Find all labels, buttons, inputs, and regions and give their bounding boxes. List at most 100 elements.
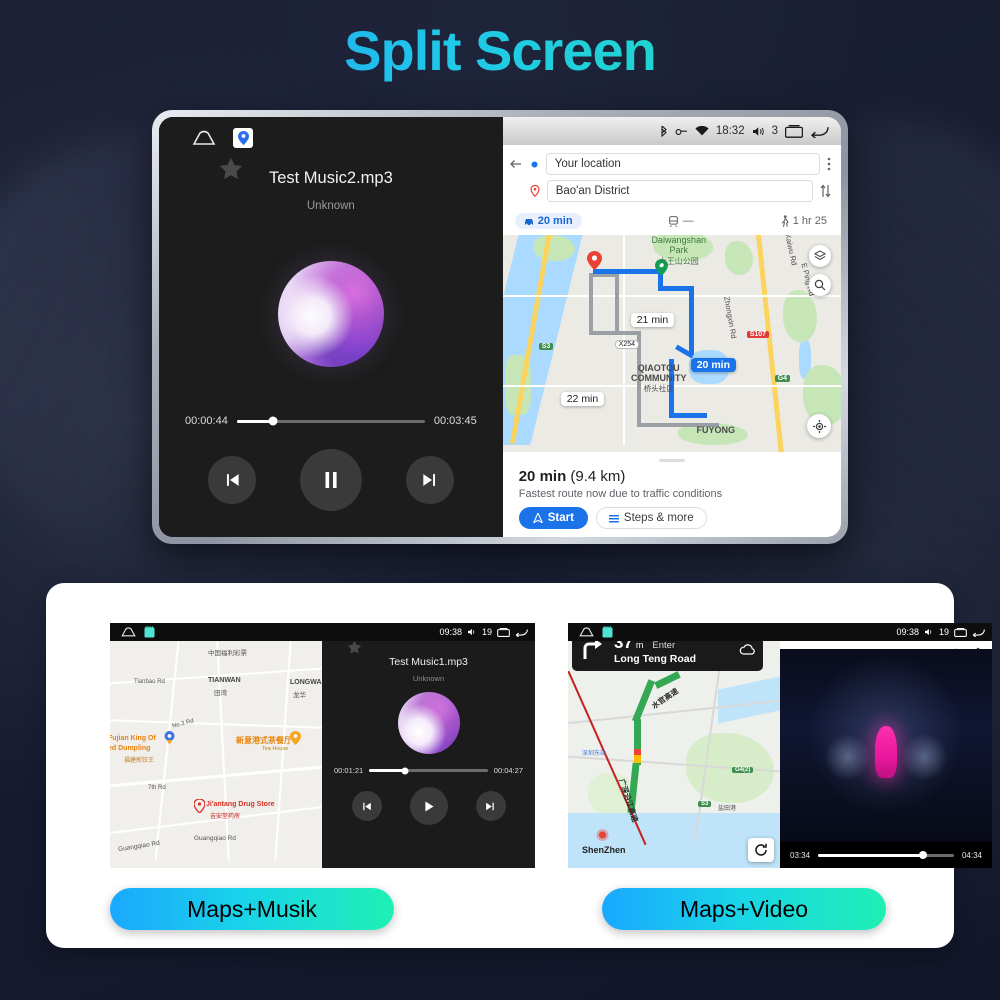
skip-previous-icon[interactable]: [207, 456, 256, 504]
more-vertical-icon[interactable]: [827, 157, 831, 171]
mini-nav-icons: [575, 626, 613, 638]
map-pin-icon[interactable]: [233, 128, 253, 148]
mini-volume-level: 19: [938, 627, 949, 637]
map-route-main: [592, 269, 663, 274]
mini-track-artist: Unknown: [412, 674, 445, 683]
mini-album-art: [397, 692, 460, 754]
caption-maps-video: Maps+Video: [602, 888, 886, 930]
mini-map-pin-orange[interactable]: [290, 731, 301, 745]
mini-status-bar-video: 09:38 19: [780, 623, 992, 641]
pause-icon[interactable]: [299, 449, 362, 511]
mini-map-poi[interactable]: Fujian King Of: [110, 735, 156, 742]
page-title: Split Screen: [0, 18, 1000, 83]
route-bubble[interactable]: 21 min: [630, 313, 675, 327]
car-icon: [524, 218, 533, 226]
mini-map-pin-red[interactable]: [193, 798, 206, 814]
home-icon[interactable]: [579, 627, 594, 637]
mini-map-pin-blue[interactable]: [164, 731, 175, 745]
mini-seek-slider[interactable]: [369, 767, 488, 774]
star-icon[interactable]: [346, 639, 363, 661]
back-icon[interactable]: [810, 125, 829, 138]
demo-maps-music: 中国福利彩票 TIANWAN 田湾 LONGWA 龙华 Fujian King …: [110, 623, 535, 868]
music-seek-slider[interactable]: [236, 416, 425, 426]
video-stage[interactable]: [780, 649, 992, 842]
home-icon[interactable]: [121, 627, 136, 637]
map-marker-destination[interactable]: [586, 251, 602, 270]
origin-field[interactable]: Your location: [545, 153, 820, 175]
music-title-row: Test Music2.mp3: [159, 157, 503, 188]
map-route-alt: [614, 273, 619, 335]
skip-previous-icon[interactable]: [351, 791, 382, 821]
mini-map-road: [110, 719, 322, 729]
volume-icon: [924, 628, 932, 636]
recents-icon[interactable]: [954, 627, 967, 637]
mini-map-road-label: No.3 Rd: [171, 718, 195, 730]
maps-app-icon[interactable]: [602, 626, 613, 638]
mini-map-label: LONGWA: [290, 679, 322, 686]
mini-nav-icons: [117, 626, 155, 638]
route-distance: (9.4 km): [570, 468, 626, 485]
refresh-icon[interactable]: [748, 838, 774, 862]
map-route-main: [668, 413, 707, 418]
video-progress-row: 03:34 04:34: [780, 842, 992, 868]
volume-level: 3: [771, 125, 778, 137]
mode-chip-transit[interactable]: —: [668, 215, 694, 227]
map-canvas[interactable]: 21 min 20 min 22 min Daiwangshan Park 大王…: [502, 235, 841, 452]
nav-unit: m: [635, 640, 644, 650]
mini-map-label: 中国福利彩票: [208, 650, 247, 657]
swap-vertical-icon[interactable]: [820, 184, 831, 198]
mini-map-label: TIANWAN: [208, 677, 241, 684]
music-topbar: [159, 117, 503, 159]
recents-icon[interactable]: [497, 627, 510, 637]
music-pane: Test Music2.mp3 Unknown 00:00:44 00:03:4…: [159, 117, 503, 537]
mini-map-poi[interactable]: ed Dumpling: [110, 745, 150, 752]
video-duration: 04:34: [961, 850, 982, 860]
back-icon[interactable]: [515, 628, 528, 637]
mini-map-pin-current[interactable]: [596, 829, 609, 843]
map-shield-g4: G4: [774, 375, 791, 382]
origin-dot-icon: [531, 161, 538, 167]
volume-icon: [752, 126, 764, 136]
destination-field[interactable]: Bao'an District: [546, 180, 813, 202]
demo-maps-video: 水官高速 广深沿江高速 深圳东站 盐田港 ShenZhen G4(2) S3 3…: [568, 623, 992, 868]
skip-next-icon[interactable]: [475, 791, 506, 821]
directions-search-area: Your location Bao'an District: [502, 145, 841, 211]
start-button[interactable]: Start: [518, 507, 588, 529]
layers-icon[interactable]: [809, 245, 831, 267]
recents-icon[interactable]: [785, 124, 803, 138]
mini-status-time: 09:38: [439, 627, 462, 637]
walk-time: 1 hr 25: [792, 215, 827, 227]
mini-nav-map-pane[interactable]: 水官高速 广深沿江高速 深圳东站 盐田港 ShenZhen G4(2) S3 3…: [568, 623, 780, 868]
search-icon[interactable]: [809, 274, 831, 296]
back-arrow-icon[interactable]: [509, 157, 523, 171]
mini-map-poi[interactable]: Ji'antang Drug Store: [206, 801, 275, 808]
play-icon[interactable]: [409, 787, 448, 825]
mini-map-poi-cn: 深圳东站: [582, 751, 607, 757]
maps-app-icon[interactable]: [144, 626, 155, 638]
steps-label: Steps & more: [623, 512, 694, 524]
map-label-community-line2: COMMUNITY: [630, 373, 687, 383]
mini-map-poi-cn: 吉安堂药房: [210, 814, 241, 820]
map-park: [724, 241, 753, 275]
skip-next-icon[interactable]: [405, 456, 454, 504]
drag-handle[interactable]: [658, 459, 685, 462]
video-seek-slider[interactable]: [818, 851, 954, 859]
back-icon[interactable]: [972, 628, 985, 637]
mode-chip-walk[interactable]: 1 hr 25: [781, 215, 827, 227]
home-icon[interactable]: [191, 128, 217, 148]
destination-pin-icon: [530, 185, 540, 197]
mode-chip-drive[interactable]: 20 min: [514, 213, 582, 229]
my-location-icon[interactable]: [807, 414, 831, 438]
steps-and-more-button[interactable]: Steps & more: [595, 507, 707, 529]
route-bubble[interactable]: 22 min: [560, 392, 605, 406]
map-road: [502, 295, 841, 297]
travel-mode-chips: 20 min — 1 hr 25: [503, 211, 841, 235]
mini-volume-level: 19: [481, 627, 492, 637]
mini-map-label: 田湾: [214, 690, 227, 697]
mini-map-pane[interactable]: 中国福利彩票 TIANWAN 田湾 LONGWA 龙华 Fujian King …: [110, 623, 322, 868]
star-icon[interactable]: [217, 155, 245, 188]
map-label-kaiwu-rd: Kaiwu Rd: [783, 235, 799, 267]
mini-map-road-label: Guangqiao Rd: [117, 839, 161, 854]
mini-music-progress: 00:01:21 00:04:27: [322, 766, 535, 775]
mini-map-poi[interactable]: 新意港式茶餐厅: [236, 735, 292, 746]
